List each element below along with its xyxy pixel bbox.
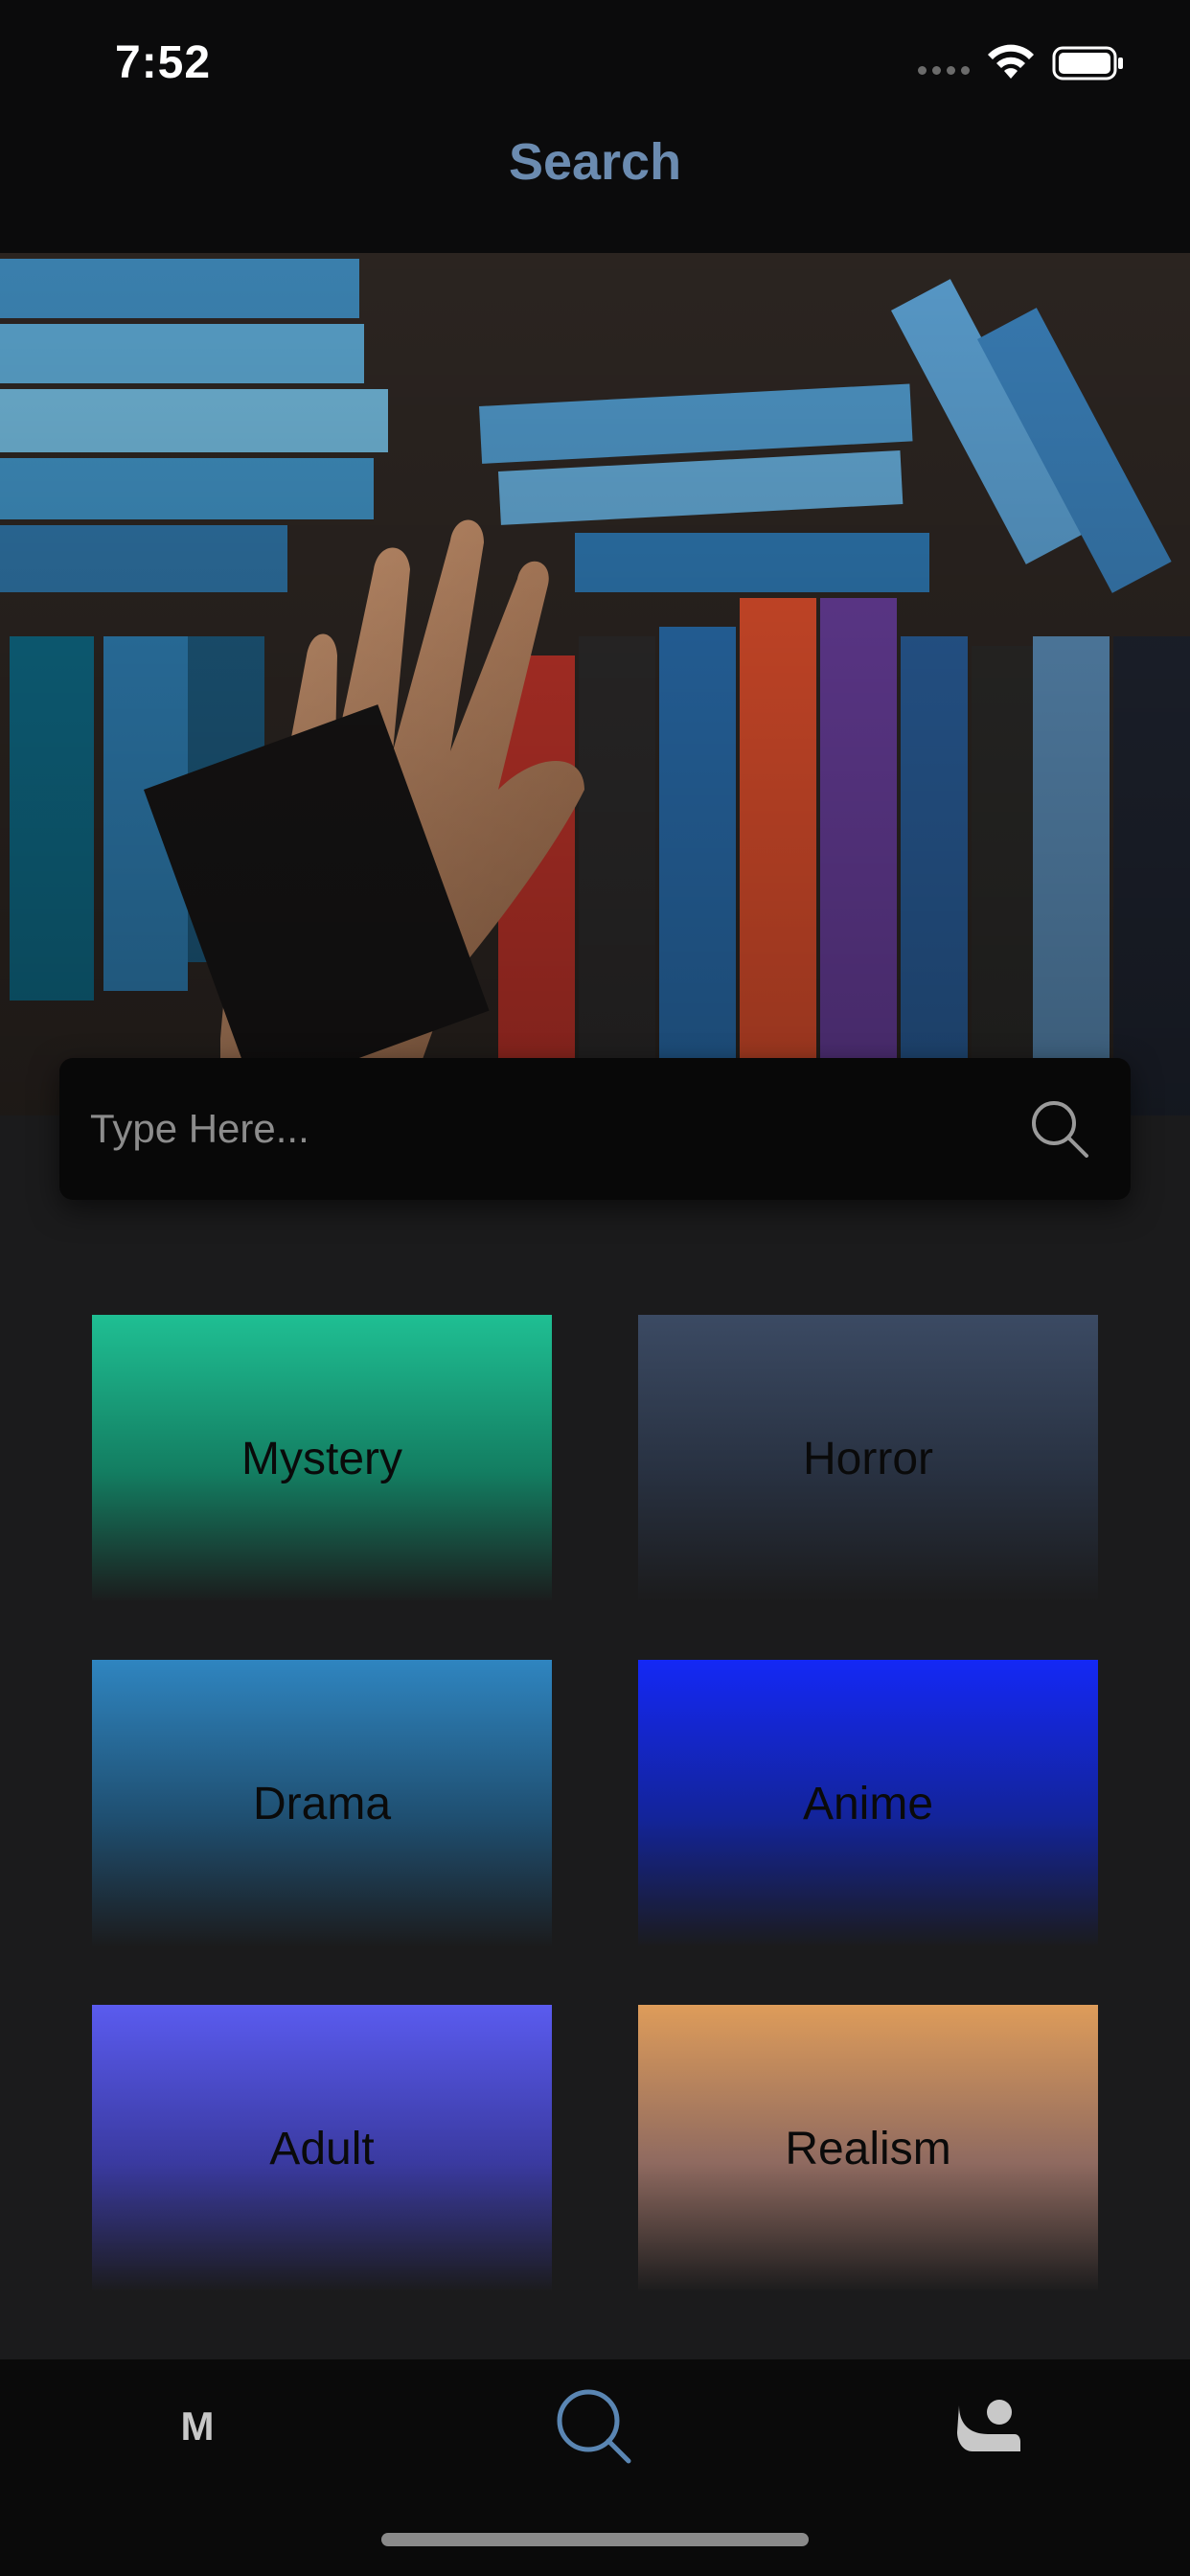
- search-icon[interactable]: [1029, 1098, 1090, 1160]
- tab-search[interactable]: [498, 2359, 690, 2494]
- home-indicator: [381, 2533, 809, 2546]
- genre-tile-anime[interactable]: Anime: [638, 1660, 1098, 1947]
- search-icon: [557, 2389, 631, 2464]
- search-input[interactable]: [59, 1058, 979, 1200]
- tab-profile[interactable]: [893, 2359, 1085, 2494]
- search-bar: [59, 1058, 1131, 1200]
- genre-tile-drama[interactable]: Drama: [92, 1660, 552, 1947]
- battery-icon: [1052, 46, 1123, 80]
- genre-label: Horror: [802, 1433, 933, 1484]
- page-title: Search: [508, 133, 682, 191]
- header: Search: [0, 133, 1190, 253]
- wifi-icon: [988, 44, 1034, 79]
- signal-dots-icon: [918, 63, 972, 77]
- genre-tile-mystery[interactable]: Mystery: [92, 1315, 552, 1602]
- genre-label: Mystery: [241, 1433, 402, 1484]
- hero-image: [0, 253, 1190, 1116]
- profile-icon: [957, 2400, 1020, 2451]
- genre-tile-horror[interactable]: Horror: [638, 1315, 1098, 1602]
- tab-home[interactable]: M: [102, 2359, 293, 2494]
- genre-tile-realism[interactable]: Realism: [638, 2005, 1098, 2292]
- genre-tile-adult[interactable]: Adult: [92, 2005, 552, 2292]
- genre-label: Anime: [802, 1778, 934, 1829]
- genre-label: Realism: [785, 2123, 951, 2174]
- m-icon: M: [180, 2404, 215, 2449]
- vhs-tapes-photo: [0, 253, 1190, 1116]
- genre-label: Adult: [269, 2123, 375, 2174]
- genre-label: Drama: [252, 1778, 392, 1829]
- status-time: 7:52: [115, 37, 212, 88]
- status-bar: 7:52: [0, 0, 1190, 134]
